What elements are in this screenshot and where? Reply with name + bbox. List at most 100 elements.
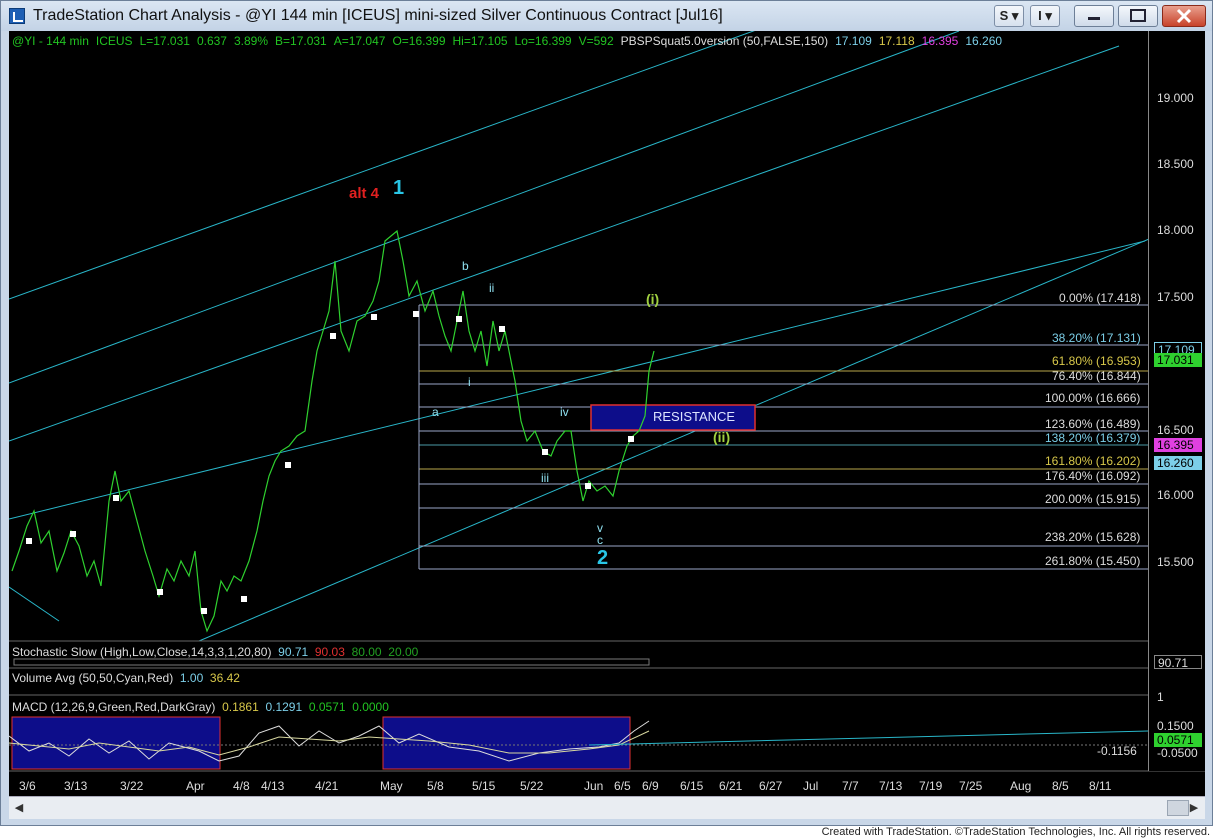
price-tick-16500: 16.500: [1157, 423, 1194, 437]
macd-trendline-value: -0.1156: [1097, 744, 1137, 758]
low-price: Lo=16.399: [514, 34, 572, 48]
price-tag-study-4: 16.260: [1154, 456, 1202, 470]
date-tick-10: 5/22: [520, 779, 544, 793]
maximize-button[interactable]: [1118, 5, 1158, 27]
price-tag-last: 17.031: [1154, 353, 1202, 367]
volume-axis-tag: 1: [1154, 690, 1202, 704]
macd-name: MACD (12,26,9,Green,Red,DarkGray): [12, 700, 216, 714]
close-icon: [1176, 8, 1192, 24]
minimize-icon: [1088, 17, 1100, 20]
interval-link-label: I: [1038, 8, 1042, 23]
minimize-button[interactable]: [1074, 5, 1114, 27]
wave-label-1: 1: [393, 177, 405, 199]
window-title: TradeStation Chart Analysis - @YI 144 mi…: [33, 7, 723, 24]
fib-level-61: 61.80% (16.953): [1052, 354, 1141, 368]
date-tick-11: Jun: [584, 779, 604, 793]
fib-level-38: 38.20% (17.131): [1052, 331, 1141, 345]
fib-level-261: 261.80% (15.450): [1045, 554, 1141, 568]
study-name: PBSPSquat5.0version (50,FALSE,150): [620, 34, 829, 48]
fib-level-176: 176.40% (16.092): [1045, 469, 1141, 483]
date-tick-3: Apr: [186, 779, 205, 793]
volume-value: V=592: [578, 34, 614, 48]
macd-axis-tag: 0.0571: [1154, 733, 1202, 747]
volume-name: Volume Avg (50,50,Cyan,Red): [12, 671, 174, 685]
date-tick-4: 4/8: [233, 779, 250, 793]
maximize-icon: [1130, 9, 1146, 22]
wave-label-paren-i: (i): [646, 291, 660, 307]
date-tick-1: 3/13: [64, 779, 88, 793]
date-tick-24: 8/11: [1089, 779, 1112, 793]
macd-value-3: 0.0571: [308, 700, 346, 714]
date-tick-23: 8/5: [1052, 779, 1069, 793]
high-price: Hi=17.105: [452, 34, 508, 48]
wave-label-i: i: [468, 375, 471, 389]
date-tick-8: 5/8: [427, 779, 444, 793]
stochastic-plot: [13, 658, 650, 666]
footer: Created with TradeStation. ©TradeStation…: [0, 826, 1213, 840]
symbol-link-button[interactable]: S ▾: [994, 5, 1024, 27]
chart-area[interactable]: @YI - 144 min ICEUS L=17.031 0.637 3.89% B=17…: [9, 31, 1205, 801]
fibonacci-lines: [418, 304, 1148, 570]
macd-value-1: 0.1861: [222, 700, 259, 714]
date-tick-22: Aug: [1010, 779, 1032, 793]
date-tick-12: 6/5: [614, 779, 631, 793]
stochastic-axis-tag: 90.71: [1154, 655, 1202, 670]
wave-label-iii: iii: [541, 471, 549, 485]
copyright-text: Created with TradeStation. ©TradeStation…: [821, 826, 1210, 838]
macd-legend: MACD (12,26,9,Green,Red,DarkGray) 0.1861…: [12, 700, 389, 714]
date-tick-5: 4/13: [261, 779, 285, 793]
study-value-2: 17.118: [878, 34, 915, 48]
quote-header: @YI - 144 min ICEUS L=17.031 0.637 3.89% B=17…: [12, 34, 1009, 48]
wave-label-b: b: [462, 259, 469, 273]
macd-value-4: 0.0000: [352, 700, 389, 714]
resistance-label: RESISTANCE: [653, 409, 736, 424]
fib-level-200: 200.00% (15.915): [1045, 492, 1141, 506]
fib-level-238: 238.20% (15.628): [1045, 530, 1141, 544]
volume-value-1: 1.00: [179, 671, 204, 685]
horizontal-scrollbar[interactable]: ◀ ▶: [9, 796, 1205, 819]
fib-level-123: 123.60% (16.489): [1045, 417, 1141, 431]
fib-level-0: 0.00% (17.418): [1059, 291, 1142, 305]
macd-divergence-box-1: [11, 716, 221, 770]
price-tick-18000: 18.000: [1157, 223, 1194, 237]
last-price: L=17.031: [139, 34, 190, 48]
date-tick-9: 5/15: [472, 779, 496, 793]
open-price: O=16.399: [392, 34, 446, 48]
trend-channel-lines: [9, 31, 1150, 642]
date-tick-6: 4/21: [315, 779, 339, 793]
wave-label-c: c: [597, 533, 603, 547]
scroll-right-icon[interactable]: ▶: [1187, 801, 1201, 815]
date-tick-0: 3/6: [19, 779, 36, 793]
study-value-4: 16.260: [965, 34, 1003, 48]
scroll-thumb[interactable]: [1167, 800, 1189, 816]
macd-tick-upper: 0.1500: [1157, 719, 1194, 733]
scroll-left-icon[interactable]: ◀: [12, 801, 26, 815]
chart-canvas[interactable]: [9, 31, 1205, 801]
macd-trendline: [588, 730, 1149, 746]
date-tick-16: 6/27: [759, 779, 783, 793]
tradestation-app-icon: [9, 8, 25, 24]
volume-value-2: 36.42: [209, 671, 240, 685]
date-tick-7: May: [380, 779, 403, 793]
date-tick-21: 7/25: [959, 779, 983, 793]
date-tick-15: 6/21: [719, 779, 743, 793]
date-tick-2: 3/22: [120, 779, 144, 793]
stochastic-k: 90.71: [278, 645, 309, 659]
date-tick-13: 6/9: [642, 779, 659, 793]
stochastic-oversold: 20.00: [388, 645, 419, 659]
percent-change: 3.89%: [233, 34, 269, 48]
fib-level-161: 161.80% (16.202): [1045, 454, 1141, 468]
fib-level-100: 100.00% (16.666): [1045, 391, 1141, 405]
price-tick-15500: 15.500: [1157, 555, 1194, 569]
price-tick-16000: 16.000: [1157, 488, 1194, 502]
chart-window: TradeStation Chart Analysis - @YI 144 mi…: [0, 0, 1213, 826]
exchange-label: ICEUS: [95, 34, 133, 48]
symbol-label: @YI - 144 min: [12, 34, 89, 48]
close-button[interactable]: [1162, 5, 1206, 27]
interval-link-button[interactable]: I ▾: [1030, 5, 1060, 27]
price-tick-19000: 19.000: [1157, 91, 1194, 105]
price-tick-18500: 18.500: [1157, 157, 1194, 171]
bid-price: B=17.031: [275, 34, 327, 48]
macd-tick-lower: -0.0500: [1157, 746, 1198, 760]
date-tick-17: Jul: [803, 779, 819, 793]
